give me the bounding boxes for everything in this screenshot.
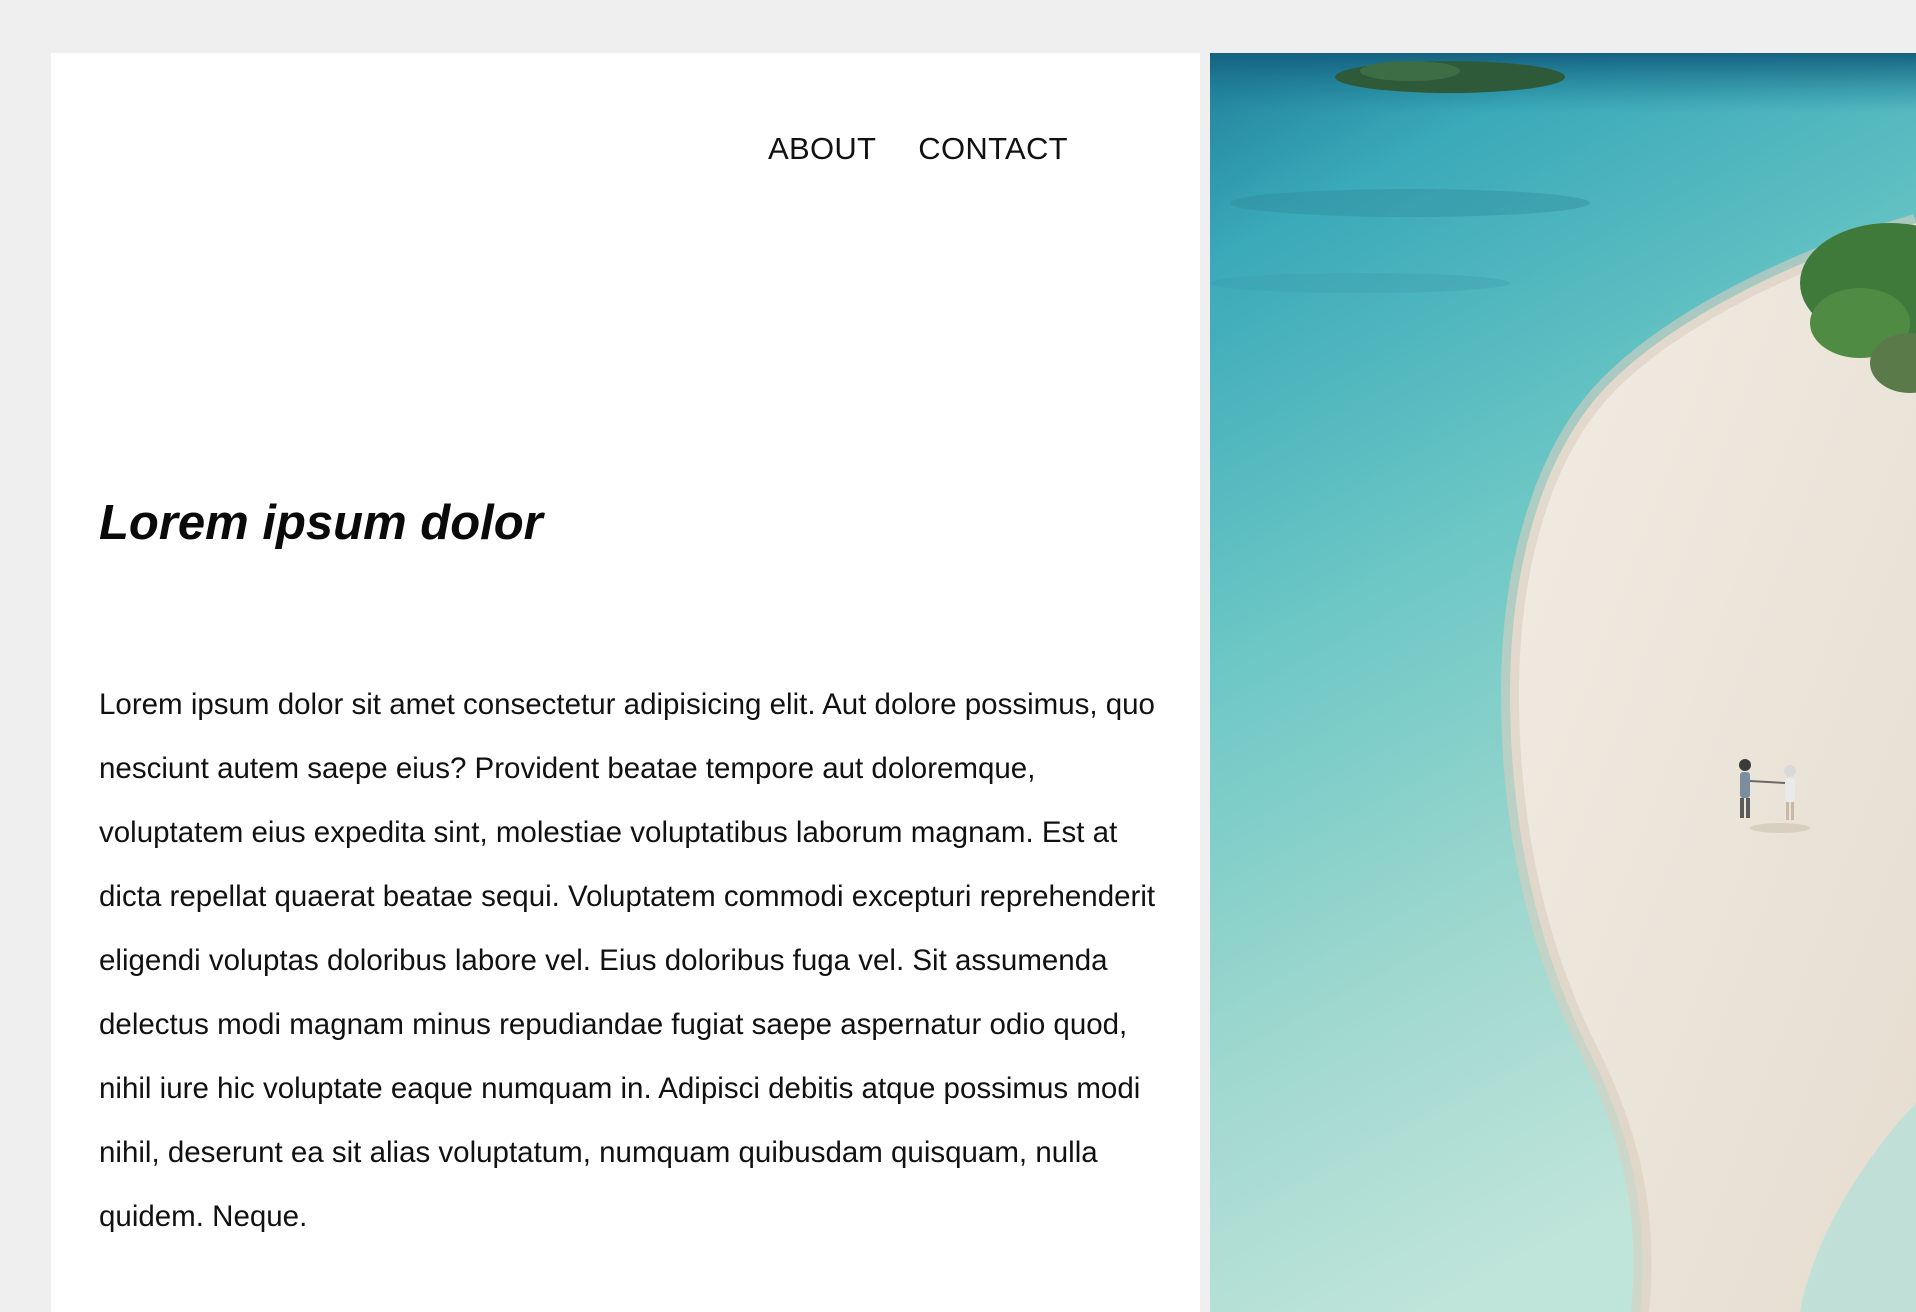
nav-link-about[interactable]: ABOUT (768, 133, 876, 164)
page: ABOUT CONTACT Lorem ipsum dolor Lorem ip… (0, 0, 1916, 1312)
body-paragraph: Lorem ipsum dolor sit amet consectetur a… (99, 688, 1156, 1233)
top-nav: ABOUT CONTACT (768, 133, 1068, 164)
beach-illustration (1210, 53, 1916, 1312)
page-heading: Lorem ipsum dolor (99, 496, 543, 550)
text-panel: ABOUT CONTACT Lorem ipsum dolor Lorem ip… (51, 53, 1200, 1312)
beach-image (1210, 53, 1916, 1312)
nav-link-contact[interactable]: CONTACT (918, 133, 1068, 164)
